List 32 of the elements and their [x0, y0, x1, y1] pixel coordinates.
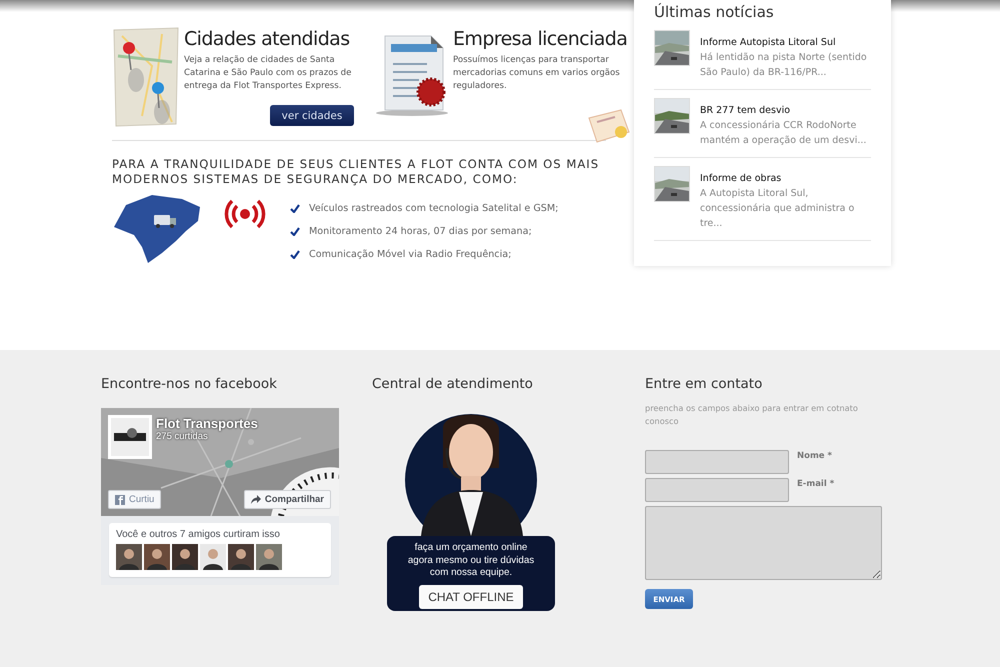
input-field[interactable]	[645, 450, 789, 474]
message-field[interactable]	[645, 506, 882, 580]
friends-like-text: Você e outros 7 amigos curtiram isso	[116, 529, 281, 540]
support-heading: Central de atendimento	[372, 376, 534, 392]
contact-hint: preencha os campos abaixo para entrar em cotnato conosco	[645, 402, 859, 428]
chat-offline-button[interactable]: CHAT OFFLINE	[419, 584, 523, 608]
checkmark-icon	[290, 227, 300, 236]
feature-title: Empresa licenciada	[453, 28, 628, 50]
ver-cidades-button[interactable]: ver cidades	[270, 105, 354, 126]
news-title-link[interactable]: Informe de obras	[700, 172, 782, 185]
chat-message: faça um orçamento online agora mesmo ou tire dúvidas com nossa equipe.	[406, 542, 536, 580]
feature-description: Possuímos licenças para transportar mercadorias comuns em varios orgãos reguladores.	[453, 54, 621, 93]
news-summary: A Autopista Litoral Sul, concessionária que administra o tre...	[700, 187, 856, 231]
security-heading: PARA A TRANQUILIDADE DE SEUS CLIENTES A FLOT CONTA COM OS MAIS MODERNOS SISTEMAS DE SEGURANÇA DO MERCADO, COMO:	[112, 157, 600, 187]
feature-list-item: Monitoramento 24 horas, 07 dias por semana;	[309, 226, 532, 237]
facebook-heading: Encontre-nos no facebook	[101, 376, 278, 392]
news-summary: Há lentidão na pista Norte (sentido São Paulo) da BR-116/PR...	[700, 51, 868, 80]
news-summary: A concessionária CCR RodoNorte mantém a operação de um desvi...	[700, 119, 868, 148]
checkmark-icon	[290, 204, 300, 213]
feature-list-item: Veículos rastreados com tecnologia Satelital e GSM;	[309, 203, 558, 214]
feature-title: Cidades atendidas	[184, 28, 351, 50]
feature-list-item: Comunicação Móvel via Radio Frequência;	[309, 249, 512, 260]
certificate-document-icon	[375, 34, 449, 118]
news-title-link[interactable]: BR 277 tem desvio	[700, 104, 790, 117]
news-heading: Últimas notícias	[654, 2, 775, 22]
news-title-link[interactable]: Informe Autopista Litoral Sul	[700, 36, 836, 49]
field-label: E-mail *	[797, 479, 834, 491]
field-label: Nome *	[797, 451, 832, 463]
checkmark-icon	[290, 250, 300, 259]
feature-description: Veja a relação de cidades de Santa Catarina e São Paulo com os prazos de entrega da Flot Transportes Express.	[184, 54, 352, 93]
contact-heading: Entre em contato	[645, 376, 764, 392]
input-field[interactable]	[645, 478, 789, 502]
